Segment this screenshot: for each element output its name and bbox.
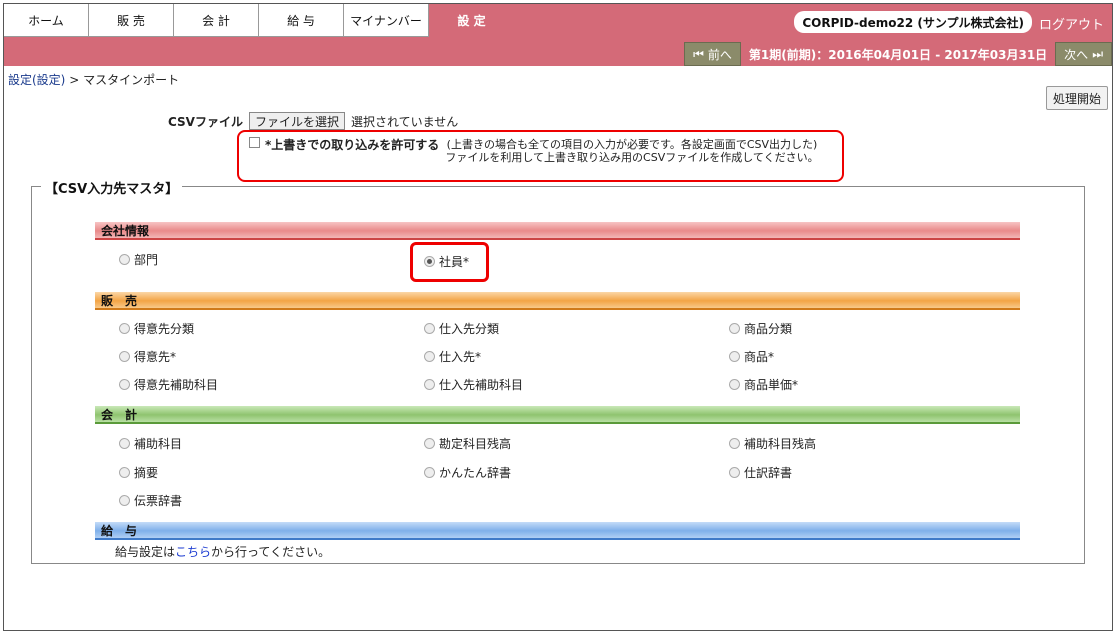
radio-product-category[interactable]: 商品分類	[729, 320, 792, 337]
tab-home[interactable]: ホーム	[4, 4, 89, 37]
radio-product[interactable]: 商品*	[729, 348, 774, 365]
radio-label: 仕入先分類	[439, 322, 500, 336]
radio-dot	[424, 467, 435, 478]
radio-dot	[729, 438, 740, 449]
radio-customer-category[interactable]: 得意先分類	[119, 320, 194, 337]
csv-file-label: CSVファイル	[168, 114, 243, 129]
logout-link[interactable]: ログアウト	[1039, 14, 1104, 33]
radio-label: 得意先補助科目	[134, 378, 219, 392]
csv-target-fieldset	[31, 186, 1085, 564]
radio-dot	[729, 379, 740, 390]
radio-dot	[119, 351, 130, 362]
radio-label: 部門	[134, 253, 159, 267]
next-label: 次へ	[1064, 47, 1089, 62]
radio-sub-account-balance[interactable]: 補助科目残高	[729, 435, 816, 452]
section-sales: 販 売	[95, 292, 1020, 310]
radio-label: 摘要	[134, 466, 159, 480]
section-company: 会社情報	[95, 222, 1020, 240]
radio-dot	[729, 467, 740, 478]
radio-dot	[729, 323, 740, 334]
radio-dot	[424, 323, 435, 334]
radio-dot	[119, 323, 130, 334]
main-tabs: ホーム 販 売 会 計 給 与 マイナンバー 設 定	[4, 4, 514, 37]
radio-label: 仕入先*	[439, 350, 482, 364]
radio-label: 仕訳辞書	[744, 466, 793, 480]
overwrite-note-line2: ファイルを利用して上書き取り込み用のCSVファイルを作成してください。	[445, 151, 819, 164]
radio-voucher-dictionary[interactable]: 伝票辞書	[119, 492, 182, 509]
radio-supplier[interactable]: 仕入先*	[424, 348, 481, 365]
breadcrumb: 設定(設定) > マスタインポート	[8, 71, 179, 88]
payroll-note: 給与設定はこちらから行ってください。	[115, 543, 330, 560]
radio-dot	[119, 495, 130, 506]
skip-forward-icon: ⏭	[1092, 46, 1103, 61]
radio-label: 伝票辞書	[134, 494, 183, 508]
radio-product-price[interactable]: 商品単価*	[729, 376, 798, 393]
section-payroll: 給 与	[95, 522, 1020, 540]
skip-back-icon: ⏮	[693, 46, 704, 61]
overwrite-label: *上書きでの取り込みを許可する	[265, 138, 440, 152]
radio-label: 仕入先補助科目	[439, 378, 524, 392]
tab-settings[interactable]: 設 定	[429, 4, 514, 37]
breadcrumb-sep: >	[65, 73, 84, 87]
section-accounting: 会 計	[95, 406, 1020, 424]
radio-employee[interactable]: 社員*	[424, 253, 469, 270]
radio-label: 社員*	[439, 255, 470, 269]
tab-accounting[interactable]: 会 計	[174, 4, 259, 37]
file-status: 選択されていません	[350, 114, 459, 129]
radio-dot	[119, 467, 130, 478]
radio-label: 得意先*	[134, 350, 177, 364]
prev-label: 前へ	[707, 47, 732, 62]
choose-file-button[interactable]: ファイルを選択	[248, 112, 345, 130]
csv-target-legend: 【CSV入力先マスタ】	[41, 178, 183, 197]
radio-dot	[119, 379, 130, 390]
overwrite-note: (上書きの場合も全ての項目の入力が必要です。各設定画面でCSV出力した) ファイ…	[437, 138, 827, 164]
radio-label: 商品単価*	[744, 378, 799, 392]
radio-sub-account[interactable]: 補助科目	[119, 435, 182, 452]
radio-dot-checked	[424, 256, 435, 267]
radio-supplier-sub-account[interactable]: 仕入先補助科目	[424, 376, 523, 393]
top-bar: ホーム 販 売 会 計 給 与 マイナンバー 設 定 CORPID-demo22…	[4, 4, 1112, 66]
radio-dot	[424, 351, 435, 362]
radio-journal-dictionary[interactable]: 仕訳辞書	[729, 464, 792, 481]
radio-label: 補助科目残高	[744, 437, 817, 451]
radio-label: 商品分類	[744, 322, 793, 336]
radio-label: かんたん辞書	[439, 466, 512, 480]
radio-supplier-category[interactable]: 仕入先分類	[424, 320, 499, 337]
start-process-button[interactable]: 処理開始	[1045, 86, 1108, 110]
csv-file-row: CSVファイル ファイルを選択 選択されていません	[168, 112, 458, 130]
payroll-note-post: から行ってください。	[211, 545, 331, 559]
radio-summary[interactable]: 摘要	[119, 464, 158, 481]
period-nav: ⏮ 前へ 第1期(前期)：2016年04月01日 - 2017年03月31日 次…	[684, 42, 1112, 66]
payroll-note-pre: 給与設定は	[115, 545, 176, 559]
radio-label: 商品*	[744, 350, 775, 364]
period-text: 第1期(前期)：2016年04月01日 - 2017年03月31日	[748, 47, 1048, 62]
tab-sales[interactable]: 販 売	[89, 4, 174, 37]
payroll-settings-link[interactable]: こちら	[175, 545, 211, 559]
radio-simple-dictionary[interactable]: かんたん辞書	[424, 464, 511, 481]
breadcrumb-settings-link[interactable]: 設定(設定)	[8, 73, 65, 87]
radio-customer[interactable]: 得意先*	[119, 348, 176, 365]
next-period-button[interactable]: 次へ ⏭	[1055, 42, 1112, 66]
radio-label: 勘定科目残高	[439, 437, 512, 451]
window-frame: ホーム 販 売 会 計 給 与 マイナンバー 設 定 CORPID-demo22…	[3, 3, 1113, 631]
radio-label: 得意先分類	[134, 322, 195, 336]
radio-customer-sub-account[interactable]: 得意先補助科目	[119, 376, 218, 393]
radio-dot	[119, 438, 130, 449]
radio-dot	[424, 379, 435, 390]
radio-dot	[119, 254, 130, 265]
corp-badge: CORPID-demo22 (サンプル株式会社)	[794, 11, 1032, 33]
breadcrumb-current: マスタインポート	[83, 73, 180, 87]
tab-mynumber[interactable]: マイナンバー	[344, 4, 429, 37]
radio-dot	[424, 438, 435, 449]
overwrite-checkbox[interactable]	[249, 137, 260, 148]
radio-account-balance[interactable]: 勘定科目残高	[424, 435, 511, 452]
radio-dot	[729, 351, 740, 362]
overwrite-note-line1: (上書きの場合も全ての項目の入力が必要です。各設定画面でCSV出力した)	[446, 138, 818, 151]
radio-department[interactable]: 部門	[119, 251, 158, 268]
tab-payroll[interactable]: 給 与	[259, 4, 344, 37]
prev-period-button[interactable]: ⏮ 前へ	[684, 42, 741, 66]
radio-label: 補助科目	[134, 437, 183, 451]
